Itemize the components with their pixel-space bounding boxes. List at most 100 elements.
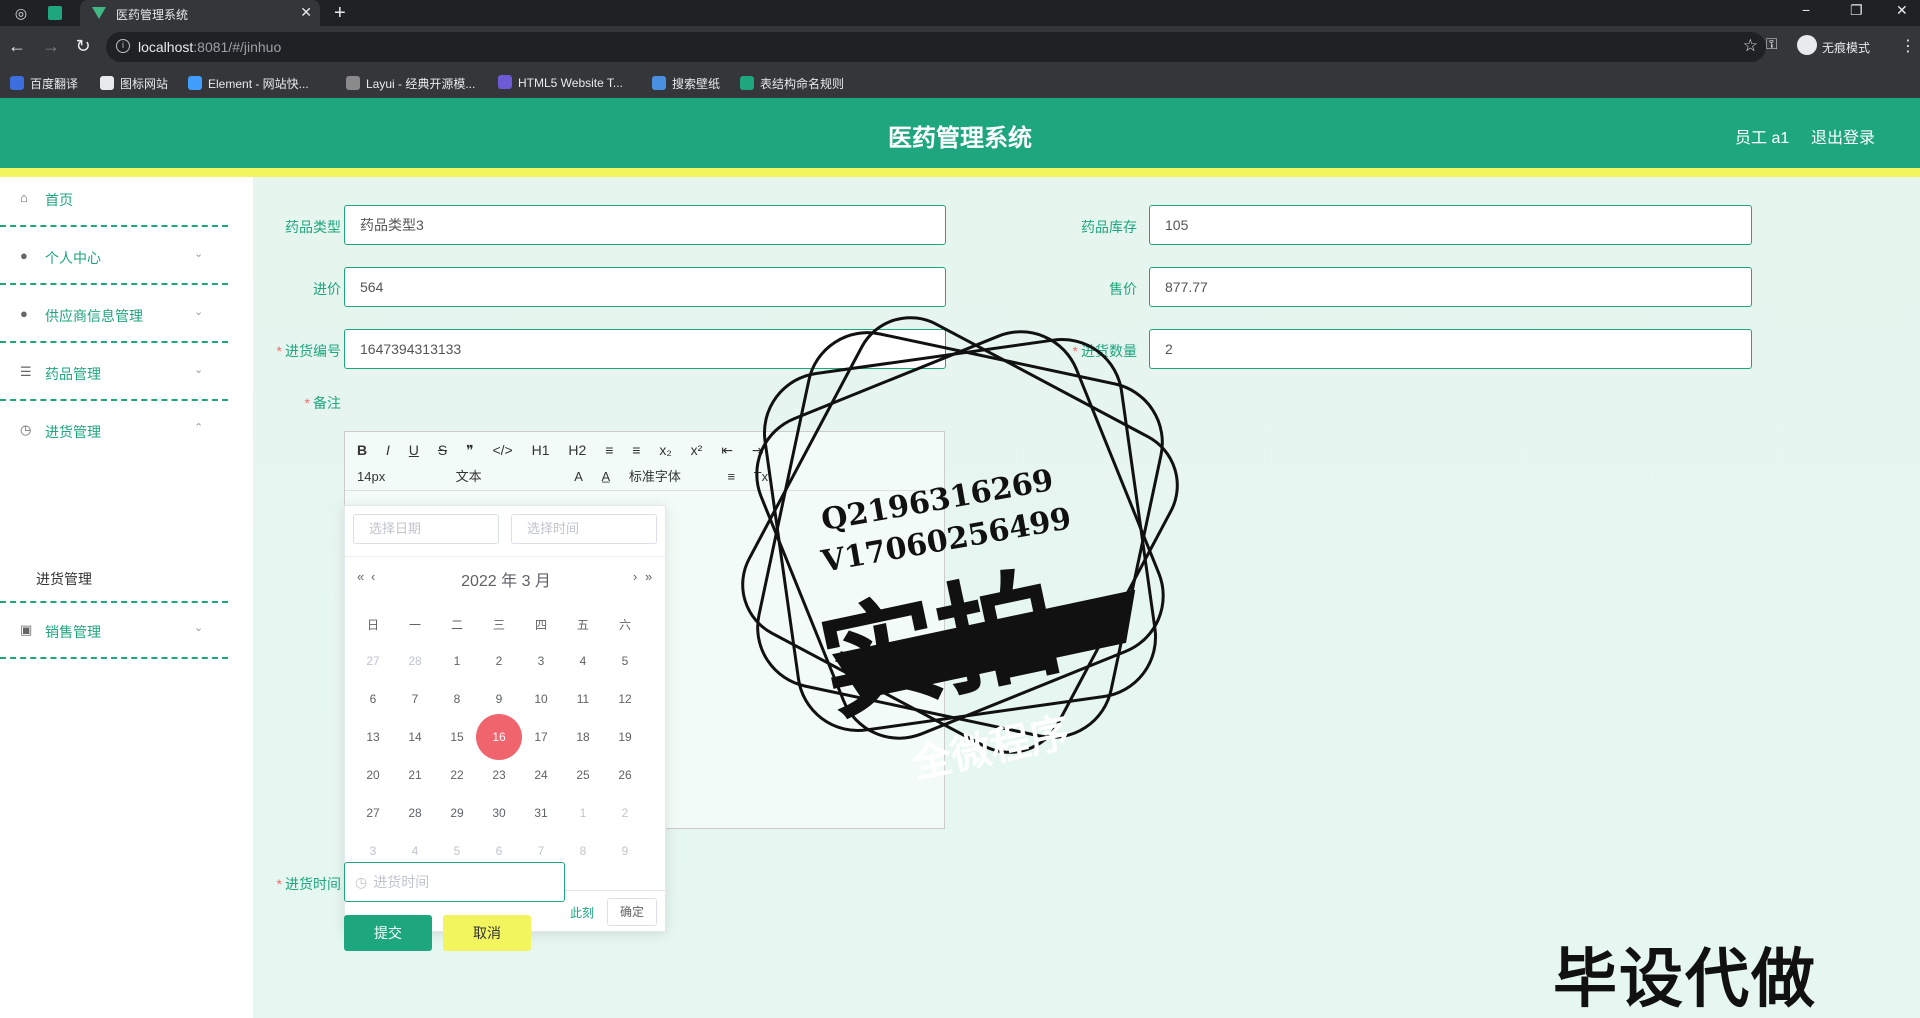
key-icon[interactable]: ⚿ [1766,36,1777,53]
minimize-icon[interactable]: − [1802,2,1810,18]
sidebar-item-sales[interactable]: ▣ 销售管理 ⌄ [0,603,228,659]
confirm-button[interactable]: 确定 [607,898,657,926]
sidebar-item-supplier[interactable]: ● 供应商信息管理 ⌄ [0,287,228,343]
tab-close-icon[interactable]: ✕ [300,4,312,21]
font-family-select[interactable]: 标准字体 [629,466,709,485]
font-size-select[interactable]: 14px [357,469,437,484]
browser-tab-active[interactable]: 医药管理系统 ✕ [80,0,320,26]
sidebar-item-drugs[interactable]: ☰ 药品管理 ⌄ [0,345,228,401]
calendar-day[interactable]: 26 [605,756,645,794]
globe-icon[interactable]: ◎ [12,4,30,22]
calendar-day[interactable]: 25 [563,756,603,794]
font-color-icon[interactable]: A [574,469,583,484]
calendar-day[interactable]: 27 [353,642,393,680]
h2-icon[interactable]: H2 [568,442,586,458]
calendar-day[interactable]: 12 [605,680,645,718]
cancel-button[interactable]: 取消 [443,915,531,951]
underline-icon[interactable]: U [409,442,419,458]
calendar-day[interactable]: 9 [479,680,519,718]
calendar-day[interactable]: 20 [353,756,393,794]
price-input[interactable]: 877.77 [1149,267,1752,307]
qty-input[interactable]: 2 [1149,329,1752,369]
calendar-day[interactable]: 11 [563,680,603,718]
calendar-day[interactable]: 1 [437,642,477,680]
calendar-day[interactable]: 21 [395,756,435,794]
incognito-icon[interactable] [1797,35,1817,55]
url-text[interactable]: localhost:8081/#/jinhuo [138,39,281,55]
incognito-label[interactable]: 无痕模式 [1822,39,1870,56]
code-icon[interactable]: </> [492,442,512,458]
calendar-day[interactable]: 23 [479,756,519,794]
picker-year-month[interactable]: 2022 年 3 月 [345,567,667,591]
site-info-icon[interactable]: i [116,39,130,53]
calendar-day[interactable]: 16 [479,718,519,756]
stock-input[interactable]: 105 [1149,205,1752,245]
subscript-icon[interactable]: x₂ [659,442,671,458]
calendar-day[interactable]: 30 [479,794,519,832]
calendar-day[interactable]: 22 [437,756,477,794]
sidebar-item-profile[interactable]: ● 个人中心 ⌄ [0,229,228,285]
window-close-icon[interactable]: ✕ [1896,2,1908,19]
sidebar-item-purchase[interactable]: ◷ 进货管理 ⌃ [0,403,228,459]
bookmark-item[interactable]: Layui - 经典开源模... [346,75,475,91]
calendar-day[interactable]: 5 [605,642,645,680]
browser-menu-icon[interactable]: ⋮ [1900,36,1916,56]
new-tab-button[interactable]: + [334,2,346,25]
picker-time-input[interactable]: 选择时间 [511,514,657,544]
strike-icon[interactable]: S [438,442,447,458]
calendar-day[interactable]: 14 [395,718,435,756]
logout-link[interactable]: 退出登录 [1811,124,1875,148]
calendar-day[interactable]: 10 [521,680,561,718]
calendar-day[interactable]: 6 [353,680,393,718]
address-bar[interactable]: i localhost:8081/#/jinhuo ☆ [106,32,1766,62]
calendar-day[interactable]: 9 [605,832,645,870]
drug-type-input[interactable]: 药品类型3 [344,205,946,245]
back-icon[interactable]: ← [6,35,28,57]
bookmark-item[interactable]: 图标网站 [100,75,168,91]
bookmark-item[interactable]: 百度翻译 [10,75,78,91]
next-month-icon[interactable]: › [633,569,637,584]
bullet-list-icon[interactable]: ≡ [632,442,640,458]
bold-icon[interactable]: B [357,442,367,458]
bookmark-star-icon[interactable]: ☆ [1743,36,1758,56]
calendar-day[interactable]: 29 [437,794,477,832]
picker-date-input[interactable]: 选择日期 [353,514,499,544]
bookmark-item[interactable]: Element - 网站快... [188,75,309,91]
calendar-day[interactable]: 2 [479,642,519,680]
calendar-day[interactable]: 7 [395,680,435,718]
calendar-day[interactable]: 8 [437,680,477,718]
sidebar-item-home[interactable]: ⌂ 首页 [0,171,228,227]
calendar-day[interactable]: 19 [605,718,645,756]
time-input[interactable]: ◷ 进货时间 [344,862,565,902]
background-color-icon[interactable]: A̲ [602,469,611,484]
calendar-day[interactable]: 2 [605,794,645,832]
sidebar-subitem-purchase[interactable]: 进货管理 [36,569,92,589]
calendar-day[interactable]: 3 [521,642,561,680]
calendar-day[interactable]: 1 [563,794,603,832]
now-button[interactable]: 此刻 [570,904,594,921]
calendar-day[interactable]: 28 [395,642,435,680]
calendar-day[interactable]: 13 [353,718,393,756]
calendar-day[interactable]: 15 [437,718,477,756]
next-year-icon[interactable]: » [645,569,652,584]
forward-icon[interactable]: → [40,35,62,57]
calendar-day[interactable]: 24 [521,756,561,794]
restore-icon[interactable]: ❐ [1850,2,1863,19]
calendar-day[interactable]: 18 [563,718,603,756]
quote-icon[interactable]: ❞ [466,442,474,459]
calendar-day[interactable]: 8 [563,832,603,870]
bookmark-item[interactable]: 表结构命名规则 [740,75,844,91]
h1-icon[interactable]: H1 [532,442,550,458]
calendar-day[interactable]: 17 [521,718,561,756]
calendar-day[interactable]: 4 [563,642,603,680]
italic-icon[interactable]: I [386,442,390,458]
submit-button[interactable]: 提交 [344,915,432,951]
bookmark-item[interactable]: HTML5 Website T... [498,75,623,91]
calendar-day[interactable]: 31 [521,794,561,832]
reload-icon[interactable]: ↻ [72,35,94,57]
calendar-day[interactable]: 28 [395,794,435,832]
superscript-icon[interactable]: x² [691,442,703,458]
calendar-day[interactable]: 27 [353,794,393,832]
app-favicon-icon[interactable] [48,6,62,20]
ordered-list-icon[interactable]: ≡ [605,442,613,458]
